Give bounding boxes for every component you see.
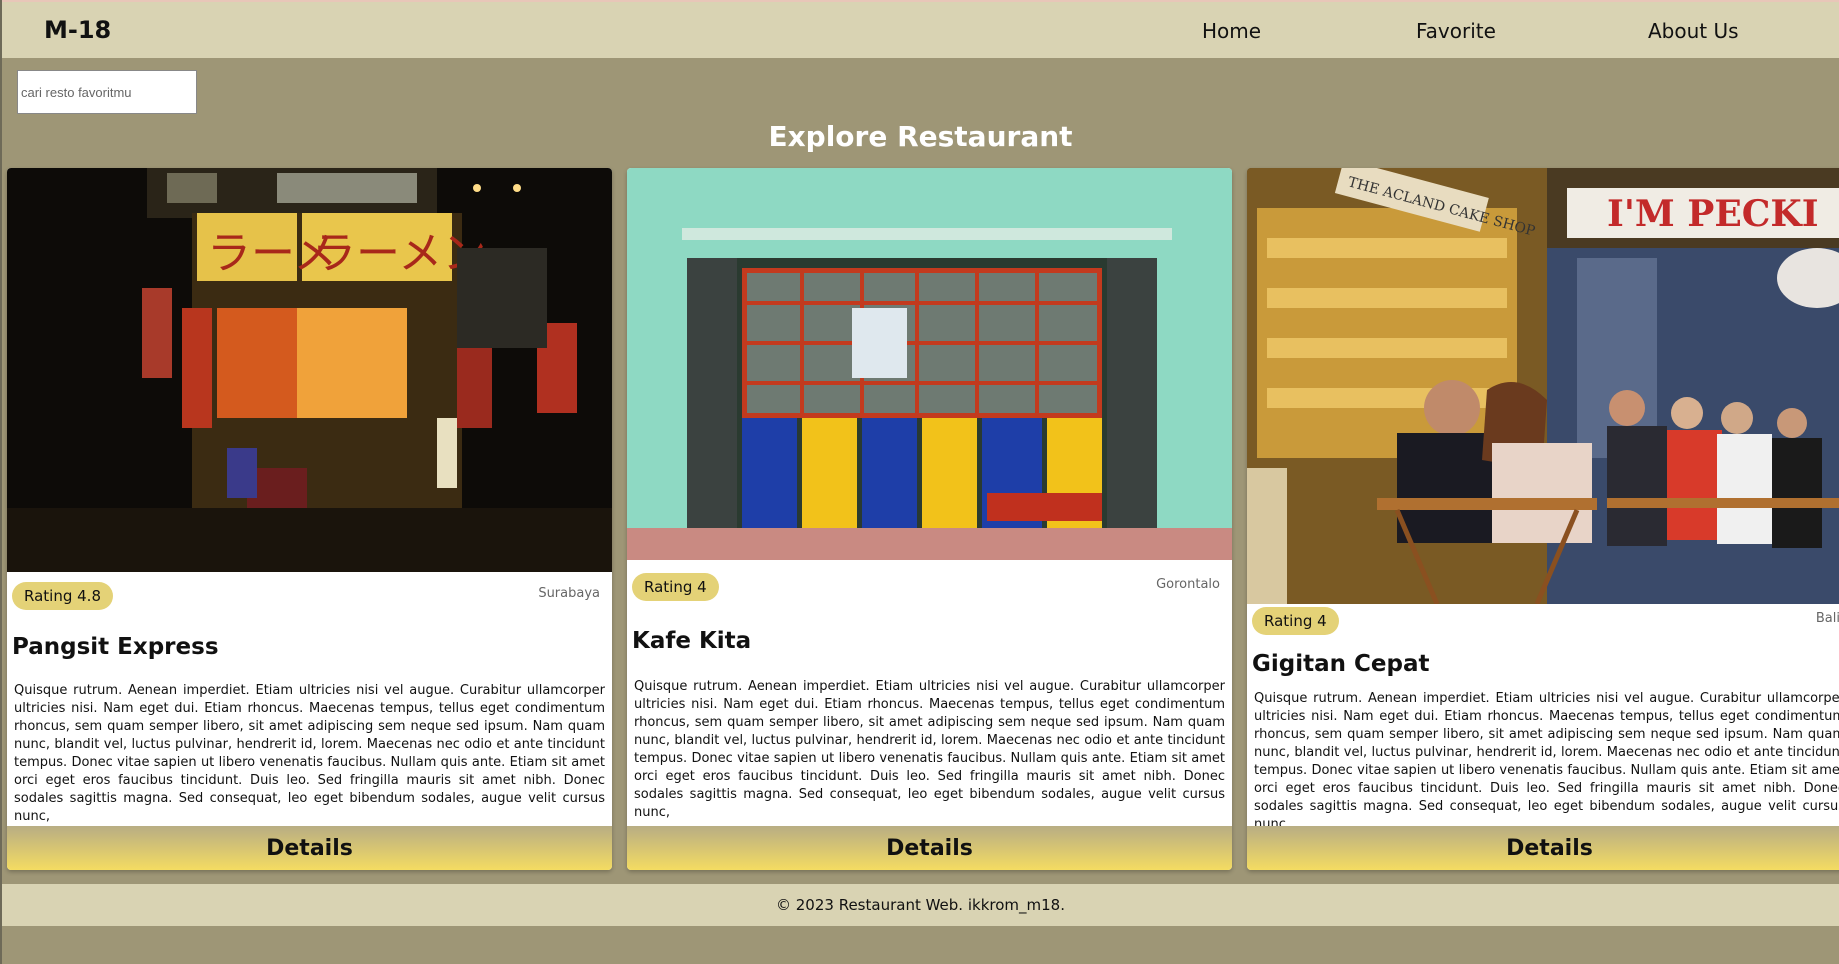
restaurant-description: Quisque rutrum. Aenean imperdiet. Etiam …	[1254, 691, 1839, 832]
nav-about-link[interactable]: About Us	[1648, 19, 1739, 43]
nav-home-link[interactable]: Home	[1202, 19, 1261, 43]
restaurant-description: Quisque rutrum. Aenean imperdiet. Etiam …	[634, 679, 1225, 820]
rating-badge: Rating 4.8	[12, 582, 113, 610]
restaurant-card: ラーメ ラーメン Rating 4.8 Surabaya Pangsit Exp…	[7, 168, 612, 870]
details-button[interactable]: Details	[7, 826, 612, 870]
navbar: M-18 Home Favorite About Us	[2, 2, 1839, 58]
search-input[interactable]	[17, 70, 197, 114]
rating-badge: Rating 4	[1252, 607, 1339, 635]
restaurant-name: Gigitan Cepat	[1252, 651, 1430, 677]
restaurant-name: Pangsit Express	[12, 634, 219, 660]
restaurant-city: Surabaya	[538, 586, 600, 601]
restaurant-city: Gorontalo	[1156, 577, 1220, 592]
restaurant-card: THE ACLAND CAKE SHOP I'M PECKI Rating 4 …	[1247, 168, 1839, 870]
rating-badge: Rating 4	[632, 573, 719, 601]
svg-text:I'M PECKI: I'M PECKI	[1607, 193, 1819, 235]
restaurant-description: Quisque rutrum. Aenean imperdiet. Etiam …	[14, 683, 605, 824]
nav-favorite-link[interactable]: Favorite	[1416, 19, 1496, 43]
details-button[interactable]: Details	[1247, 826, 1839, 870]
restaurant-name: Kafe Kita	[632, 628, 752, 654]
restaurant-city: Bali	[1815, 611, 1839, 626]
footer: © 2023 Restaurant Web. ikkrom_m18.	[2, 884, 1839, 926]
brand-logo[interactable]: M-18	[44, 16, 111, 44]
footer-copyright: © 2023 Restaurant Web. ikkrom_m18.	[776, 896, 1065, 914]
restaurant-image-ramen-shop: ラーメ ラーメン	[7, 168, 612, 572]
restaurant-card: Rating 4 Gorontalo Kafe Kita Quisque rut…	[627, 168, 1232, 870]
details-button[interactable]: Details	[627, 826, 1232, 870]
page-title: Explore Restaurant	[768, 120, 1073, 153]
restaurant-image-kafe-storefront	[627, 168, 1232, 560]
restaurant-image-cafe-terrace: THE ACLAND CAKE SHOP I'M PECKI	[1247, 168, 1839, 604]
